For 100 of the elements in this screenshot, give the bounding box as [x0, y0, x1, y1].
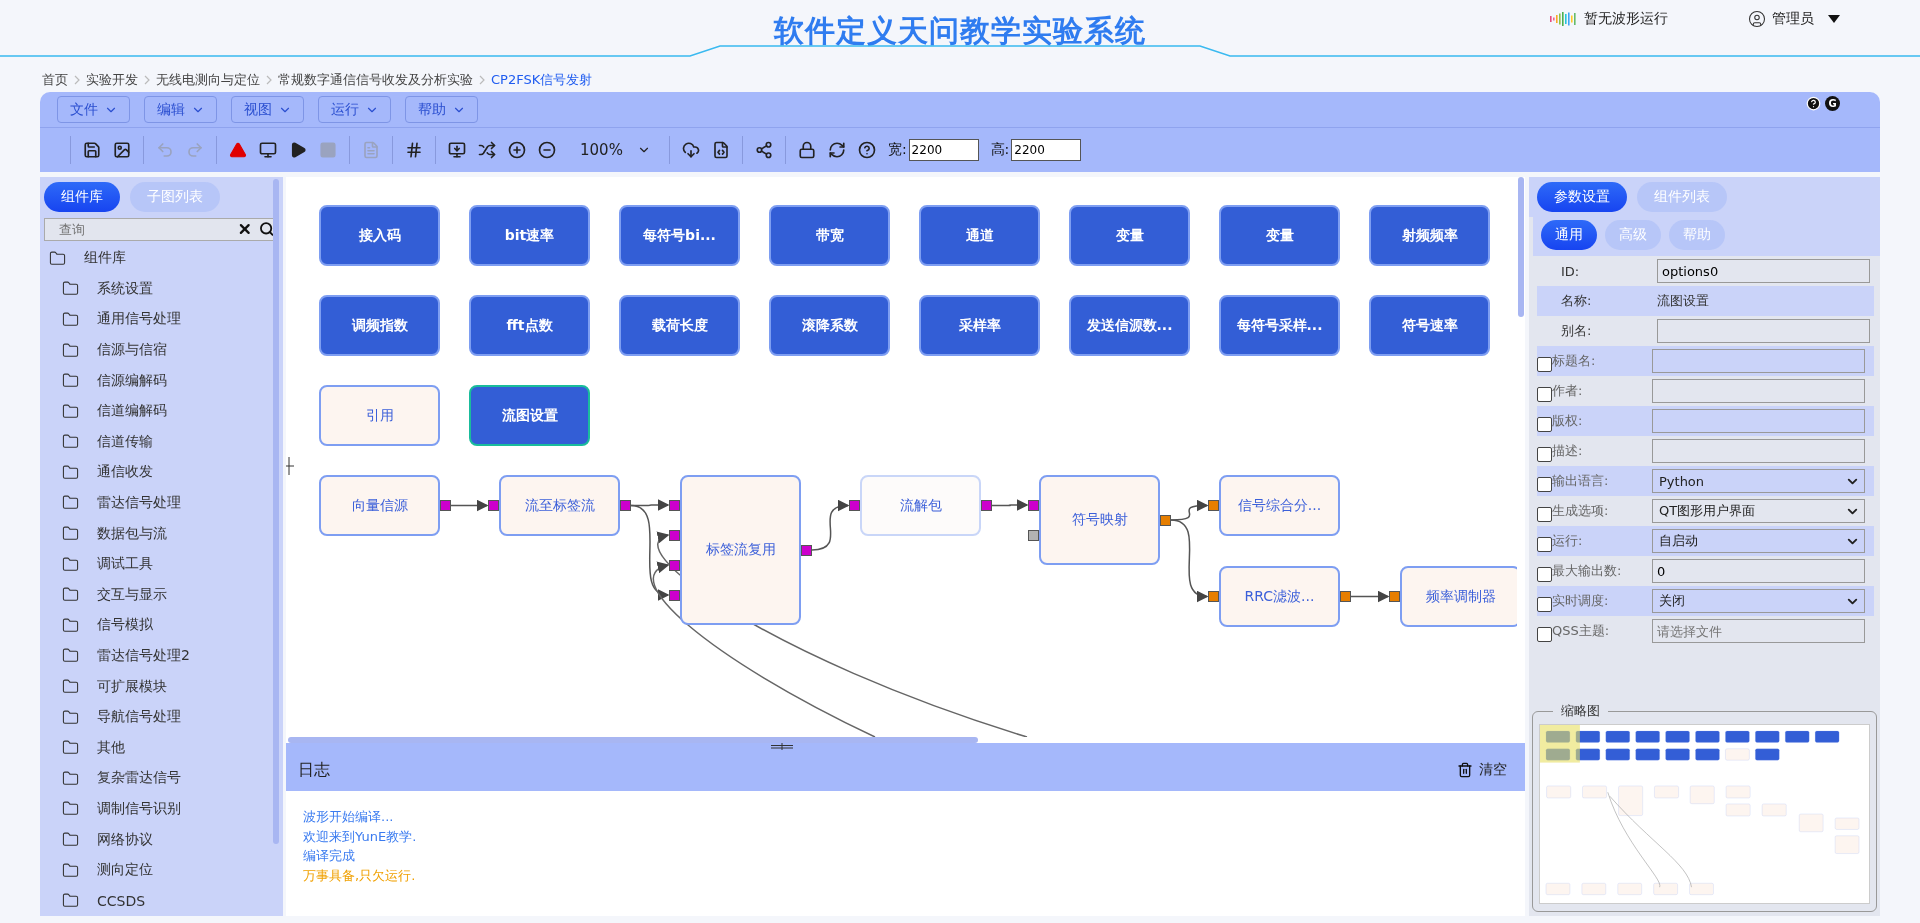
tree-item[interactable]: 信号模拟 — [40, 610, 283, 641]
tree-item[interactable]: 系统设置 — [40, 273, 283, 305]
input-port[interactable] — [669, 559, 680, 571]
flow-block[interactable]: 变量 — [1219, 205, 1340, 266]
menu-button[interactable]: 运行 — [318, 96, 391, 123]
flow-block[interactable]: 向量信源 — [319, 475, 440, 536]
search-icon[interactable] — [258, 221, 274, 238]
tree-item[interactable]: 信源编解码 — [40, 365, 283, 396]
tree-item[interactable]: 信道编解码 — [40, 395, 283, 427]
tree-item[interactable]: 数据包与流 — [40, 518, 283, 549]
output-port[interactable] — [1160, 514, 1171, 526]
flow-block[interactable]: 引用 — [319, 385, 440, 446]
input-field[interactable] — [1652, 409, 1865, 433]
flow-block[interactable]: 每符号bi... — [619, 205, 740, 266]
tree-item[interactable]: 复杂雷达信号 — [40, 763, 283, 794]
flow-block[interactable]: 每符号采样... — [1219, 295, 1340, 356]
tree-item[interactable]: CCSDS — [40, 885, 283, 916]
cloud-download-icon[interactable] — [681, 141, 700, 159]
flow-block[interactable]: bit速率 — [469, 205, 590, 266]
tree-item[interactable]: 雷达信号处理2 — [40, 640, 283, 672]
flow-block[interactable]: 符号速率 — [1369, 295, 1490, 356]
refresh-icon[interactable] — [827, 141, 846, 159]
tree-item[interactable]: 信道传输 — [40, 426, 283, 458]
flow-block[interactable]: 调频指数 — [319, 295, 440, 356]
select-field[interactable]: Python — [1652, 469, 1865, 493]
clear-log-button[interactable]: 清空 — [1451, 760, 1513, 780]
user-name[interactable]: 管理员 — [1772, 10, 1814, 28]
input-field[interactable]: options0 — [1657, 259, 1870, 283]
resize-handle-icon[interactable] — [286, 457, 294, 475]
checkbox[interactable] — [1537, 476, 1552, 492]
input-field[interactable]: 0 — [1652, 559, 1865, 583]
panel-badge[interactable]: G — [1825, 96, 1840, 111]
input-port[interactable] — [1208, 500, 1219, 511]
flow-block[interactable]: 接入码 — [319, 205, 440, 266]
panel-subtab[interactable]: 通用 — [1541, 220, 1597, 250]
lock-icon[interactable] — [797, 141, 816, 159]
output-port[interactable] — [801, 544, 812, 556]
menu-button[interactable]: 视图 — [231, 96, 304, 123]
flow-block[interactable]: 发送信源数... — [1069, 295, 1190, 356]
tree-item[interactable]: 组件库 — [40, 242, 283, 274]
scrollbar[interactable] — [1518, 177, 1524, 317]
sidebar-tab[interactable]: 组件库 — [44, 182, 120, 212]
input-port[interactable] — [1028, 499, 1039, 511]
resize-handle-icon[interactable] — [771, 743, 793, 750]
tree-item[interactable]: 调制信号识别 — [40, 793, 283, 825]
input-port[interactable] — [669, 589, 680, 601]
input-port[interactable] — [669, 529, 680, 541]
checkbox[interactable] — [1537, 506, 1552, 522]
search-field[interactable]: 查询 — [57, 220, 231, 238]
input-port[interactable] — [1208, 591, 1219, 602]
breadcrumb-link[interactable]: CP2FSK信号发射 — [491, 71, 593, 89]
breadcrumb-link[interactable]: 常规数字通信信号收发及分析实验 — [278, 71, 473, 89]
flow-block[interactable]: 滚降系数 — [769, 295, 890, 356]
panel-tab[interactable]: 参数设置 — [1537, 182, 1627, 212]
zoom-in-icon[interactable] — [508, 141, 526, 159]
save-icon[interactable] — [83, 141, 101, 159]
shuffle-icon[interactable] — [478, 141, 496, 159]
breadcrumb-link[interactable]: 实验开发 — [86, 71, 138, 89]
breadcrumb-link[interactable]: 首页 — [42, 71, 68, 89]
help-icon[interactable] — [857, 141, 876, 159]
checkbox[interactable] — [1537, 536, 1552, 552]
tree-item[interactable]: 通用信号处理 — [40, 304, 283, 335]
zoom-select[interactable]: 100% — [568, 141, 657, 159]
menu-button[interactable]: 编辑 — [144, 96, 217, 123]
tree-item[interactable]: 网络协议 — [40, 824, 283, 855]
monitor-icon[interactable] — [448, 141, 466, 159]
tree-item[interactable]: 导航信号处理 — [40, 701, 283, 733]
input-port[interactable] — [1028, 529, 1039, 541]
flow-block[interactable]: 流图设置 — [469, 385, 590, 446]
tree-item[interactable]: 测向定位 — [40, 854, 283, 886]
breadcrumb-link[interactable]: 无线电测向与定位 — [156, 71, 260, 89]
image-icon[interactable] — [113, 141, 131, 159]
input-port[interactable] — [488, 500, 499, 511]
input-port[interactable] — [669, 499, 680, 511]
checkbox[interactable] — [1537, 566, 1552, 582]
checkbox[interactable] — [1537, 626, 1552, 642]
flow-block[interactable]: 符号映射 — [1039, 475, 1160, 565]
checkbox[interactable] — [1537, 446, 1552, 462]
checkbox[interactable] — [1537, 416, 1552, 432]
input-field[interactable] — [1652, 439, 1865, 463]
input-field[interactable] — [1652, 349, 1865, 373]
warning-icon[interactable] — [229, 141, 247, 159]
grid-icon[interactable] — [405, 141, 423, 159]
monitor-icon[interactable] — [259, 141, 277, 159]
flow-block[interactable]: 频率调制器 — [1400, 566, 1517, 627]
select-field[interactable]: QT图形用户界面 — [1652, 499, 1865, 523]
flow-block[interactable]: 变量 — [1069, 205, 1190, 266]
flow-block[interactable]: 带宽 — [769, 205, 890, 266]
tree-item[interactable]: 其他 — [40, 732, 283, 764]
input-field[interactable]: 请选择文件 — [1652, 619, 1865, 643]
tree-item[interactable]: 雷达信号处理 — [40, 487, 283, 519]
flow-block[interactable]: 载荷长度 — [619, 295, 740, 356]
tree-item[interactable]: 通信收发 — [40, 457, 283, 488]
flow-block[interactable]: 采样率 — [919, 295, 1040, 356]
menu-button[interactable]: 帮助 — [405, 96, 478, 123]
input-field[interactable] — [1652, 379, 1865, 403]
input-field[interactable] — [1657, 319, 1870, 343]
share-icon[interactable] — [754, 141, 773, 159]
flow-block[interactable]: fft点数 — [469, 295, 590, 356]
flow-block[interactable]: RRC滤波... — [1219, 566, 1340, 627]
